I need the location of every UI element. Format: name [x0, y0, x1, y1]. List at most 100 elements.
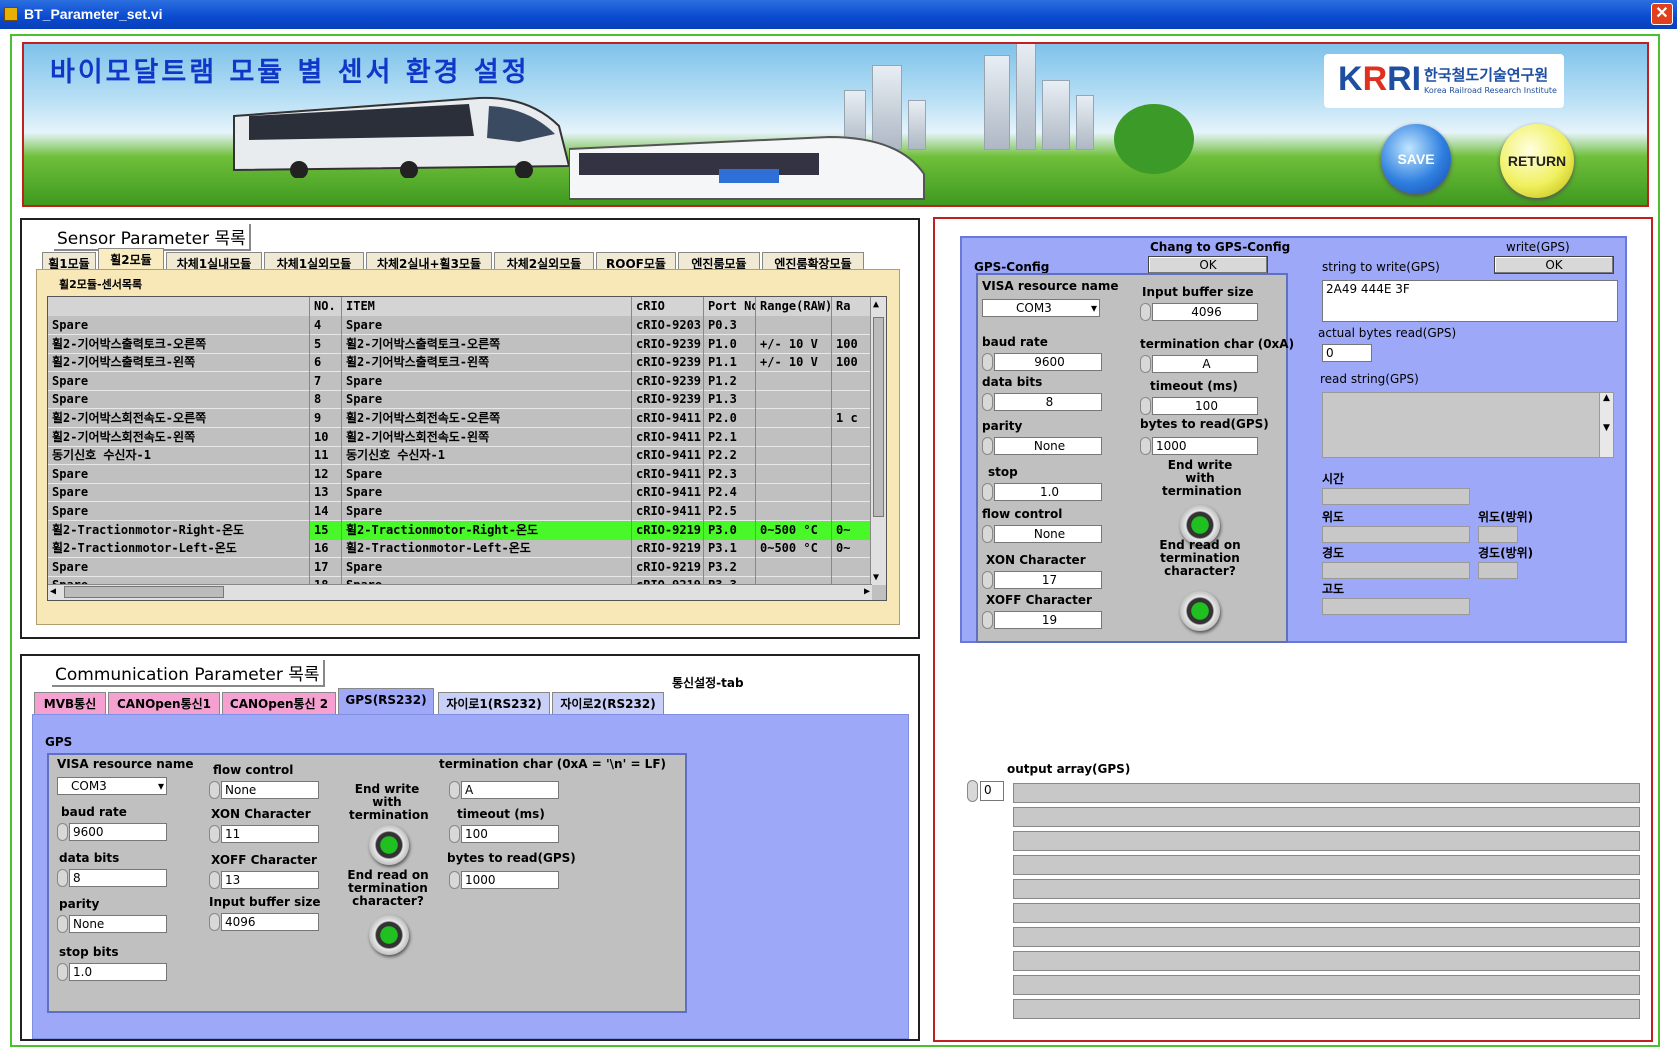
scroll-up-icon[interactable]: ▲ [873, 299, 879, 310]
table-row[interactable]: Spare 13 Spare cRIO-9411 P2.4 [48, 483, 872, 503]
xon-character-input[interactable]: 11 [221, 825, 319, 843]
table-row[interactable]: 휠2-기어박스회전속도-오른쪽 9 휠2-기어박스회전속도-오른쪽 cRIO-9411… [48, 409, 872, 428]
output-array-index[interactable]: 0 [980, 781, 1004, 801]
scroll-right-icon[interactable]: ▶ [864, 586, 870, 597]
table-header-row[interactable]: NO. ITEM cRIO Port No Range(RAW) Ra [48, 297, 872, 316]
cfg-stop-spinner[interactable] [982, 483, 993, 501]
table-cell: Spare [342, 483, 632, 503]
close-button[interactable]: ✕ [1651, 3, 1673, 25]
table-row[interactable]: 동기신호 수신자-1 11 동기신호 수신자-1 cRIO-9411 P2.2 [48, 446, 872, 466]
cfg-baud-spinner[interactable] [982, 353, 993, 371]
tab-canopen1[interactable]: CANOpen통신1 [108, 692, 220, 714]
string-to-write-input[interactable]: 2A49 444E 3F [1322, 280, 1618, 322]
output-array-element [1013, 783, 1640, 803]
scroll-left-icon[interactable]: ◀ [50, 586, 56, 597]
actual-bytes-label: actual bytes read(GPS) [1318, 326, 1457, 340]
table-cell: P1.3 [704, 390, 756, 410]
scroll-thumb[interactable] [64, 586, 224, 598]
logo-korean-text: 한국철도기술연구원 [1424, 66, 1549, 84]
tab-gps-rs232[interactable]: GPS(RS232) [338, 688, 434, 714]
table-vertical-scrollbar[interactable]: ▲ ▼ [870, 297, 886, 585]
cfg-bytes-spinner[interactable] [1140, 437, 1151, 455]
table-row[interactable]: 휠2-Tractionmotor-Left-온도 16 휠2-Tractionmot… [48, 539, 872, 559]
cfg-xoff-input[interactable]: 19 [994, 611, 1102, 629]
cfg-databits-spinner[interactable] [982, 393, 993, 411]
read-string-scrollbar[interactable]: ▲ ▼ [1599, 393, 1613, 457]
table-row[interactable]: Spare 17 Spare cRIO-9219 P3.2 [48, 557, 872, 577]
table-row[interactable]: 휠2-기어박스회전속도-왼쪽 10 휠2-기어박스회전속도-왼쪽 cRIO-9411 P… [48, 427, 872, 447]
cfg-flow-spinner[interactable] [982, 525, 993, 543]
baud-rate-input[interactable]: 9600 [69, 823, 167, 841]
cfg-timeout-spinner[interactable] [1140, 397, 1151, 415]
inbuf-label: Input buffer size [209, 895, 321, 909]
cfg-xoff-spinner[interactable] [982, 611, 993, 629]
xon-spinner[interactable] [209, 825, 220, 843]
visa-resource-select[interactable]: COM3 ▾ [57, 777, 167, 795]
scroll-down-icon[interactable]: ▼ [873, 572, 879, 583]
cfg-inbuf-spinner[interactable] [1140, 303, 1151, 321]
input-buffer-input[interactable]: 4096 [221, 913, 319, 931]
timeout-input[interactable]: 100 [461, 825, 559, 843]
flow-control-input[interactable]: None [221, 781, 319, 799]
table-horizontal-scrollbar[interactable]: ◀ ▶ [48, 584, 872, 600]
table-row[interactable]: 휠2-기어박스출력토크-오른쪽 5 휠2-기어박스출력토크-오른쪽 cRIO-9239… [48, 334, 872, 354]
table-cell: P2.1 [704, 427, 756, 447]
stop-bits-input[interactable]: 1.0 [69, 963, 167, 981]
cfg-inbuf-input[interactable]: 4096 [1152, 303, 1258, 321]
write-gps-ok-button[interactable]: OK [1494, 256, 1614, 274]
dropdown-arrow-icon[interactable]: ▾ [1091, 300, 1097, 316]
cfg-visa-select[interactable]: COM3 ▾ [982, 299, 1100, 317]
stopbits-spinner[interactable] [57, 963, 68, 981]
bytes-spinner[interactable] [449, 871, 460, 889]
termination-char-input[interactable]: A [461, 781, 559, 799]
cfg-term-input[interactable]: A [1152, 355, 1258, 373]
cfg-xon-spinner[interactable] [982, 571, 993, 589]
change-config-ok-button[interactable]: OK [1148, 256, 1268, 274]
cfg-parity-spinner[interactable] [982, 437, 993, 455]
output-array-element [1013, 927, 1640, 947]
inbuf-spinner[interactable] [209, 913, 220, 931]
databits-spinner[interactable] [57, 869, 68, 887]
return-button[interactable]: RETURN [1500, 124, 1574, 198]
cfg-databits-input[interactable]: 8 [994, 393, 1102, 411]
save-button[interactable]: SAVE [1381, 124, 1451, 194]
output-index-spinner[interactable] [967, 780, 978, 802]
table-row[interactable]: 휠2-기어박스출력토크-왼쪽 6 휠2-기어박스출력토크-왼쪽 cRIO-9239 P1… [48, 353, 872, 373]
data-bits-input[interactable]: 8 [69, 869, 167, 887]
tab-mvb[interactable]: MVB통신 [34, 692, 106, 714]
parity-spinner[interactable] [57, 915, 68, 933]
parity-input[interactable]: None [69, 915, 167, 933]
bytes-to-read-input[interactable]: 1000 [461, 871, 559, 889]
output-array-element [1013, 807, 1640, 827]
timeout-spinner[interactable] [449, 825, 460, 843]
end-read-toggle[interactable] [369, 915, 409, 955]
cfg-flow-input[interactable]: None [994, 525, 1102, 543]
cfg-timeout-input[interactable]: 100 [1152, 397, 1258, 415]
tab-canopen2[interactable]: CANOpen통신 2 [222, 692, 336, 714]
dropdown-arrow-icon[interactable]: ▾ [158, 778, 164, 794]
xoff-spinner[interactable] [209, 871, 220, 889]
baud-label: baud rate [61, 805, 127, 819]
baud-spinner[interactable] [57, 823, 68, 841]
cfg-end-read-toggle[interactable] [1180, 591, 1220, 631]
table-row[interactable]: Spare 8 Spare cRIO-9239 P1.3 [48, 390, 872, 410]
end-write-toggle[interactable] [369, 825, 409, 865]
tab-gyro1-rs232[interactable]: 자이로1(RS232) [438, 692, 550, 714]
cfg-baud-input[interactable]: 9600 [994, 353, 1102, 371]
xoff-character-input[interactable]: 13 [221, 871, 319, 889]
cfg-parity-input[interactable]: None [994, 437, 1102, 455]
cfg-xon-input[interactable]: 17 [994, 571, 1102, 589]
cfg-bytes-input[interactable]: 1000 [1152, 437, 1258, 455]
sensor-table[interactable]: NO. ITEM cRIO Port No Range(RAW) Ra Spare 4 Spar… [47, 296, 887, 601]
tab-gyro2-rs232[interactable]: 자이로2(RS232) [552, 692, 664, 714]
term-spinner[interactable] [449, 781, 460, 799]
table-row[interactable]: Spare 12 Spare cRIO-9411 P2.3 [48, 464, 872, 484]
cfg-stop-input[interactable]: 1.0 [994, 483, 1102, 501]
scroll-thumb[interactable] [873, 317, 884, 517]
cfg-term-spinner[interactable] [1140, 355, 1151, 373]
table-row[interactable]: Spare 14 Spare cRIO-9411 P2.5 [48, 502, 872, 521]
table-row[interactable]: Spare 4 Spare cRIO-9203 P0.3 [48, 316, 872, 335]
table-row[interactable]: 휠2-Tractionmotor-Right-온도 15 휠2-Tractionmo… [48, 520, 872, 540]
table-row[interactable]: Spare 7 Spare cRIO-9239 P1.2 [48, 371, 872, 391]
flow-spinner[interactable] [209, 781, 220, 799]
